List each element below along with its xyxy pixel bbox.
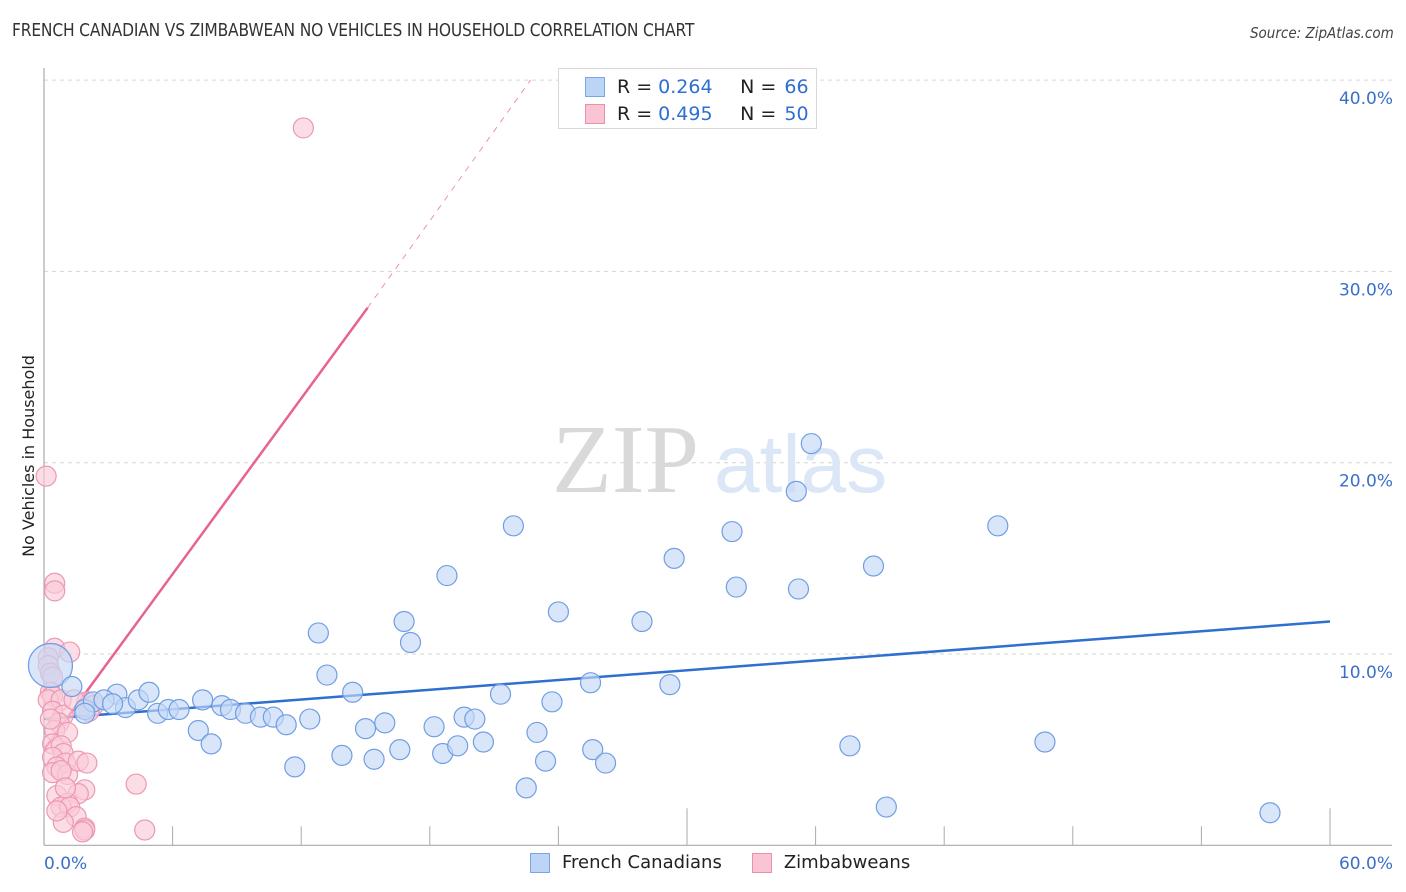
n-label: N =: [740, 76, 777, 98]
n-value: 66: [784, 76, 809, 98]
r-value: 0.495: [658, 103, 713, 125]
data-point[interactable]: [71, 821, 94, 843]
x-tick-label: 0.0%: [44, 854, 87, 874]
data-point[interactable]: [987, 515, 1009, 537]
data-point[interactable]: [316, 664, 338, 686]
legend-row-french-canadians: R = 0.264 N = 66: [585, 75, 809, 99]
data-point[interactable]: [342, 681, 364, 703]
data-point[interactable]: [101, 693, 124, 715]
data-point[interactable]: [515, 777, 537, 799]
data-point[interactable]: [275, 714, 297, 736]
data-point[interactable]: [393, 610, 415, 633]
data-point[interactable]: [787, 578, 810, 600]
scatter-chart: ZIP atlas No Vehicles in Household 10.0%…: [19, 68, 1393, 874]
stats-legend: R = 0.264 N = 66 R = 0.495 N = 50: [558, 68, 817, 129]
data-point[interactable]: [489, 683, 512, 705]
data-point[interactable]: [502, 515, 524, 537]
n-label: N =: [740, 103, 777, 125]
legend-label: French Canadians: [562, 852, 722, 873]
data-point[interactable]: [331, 744, 353, 766]
data-point[interactable]: [307, 622, 329, 644]
y-tick-labels: 10.0% 20.0% 30.0% 40.0%: [1339, 89, 1393, 683]
data-point[interactable]: [631, 610, 653, 633]
data-point[interactable]: [875, 796, 897, 818]
legend-swatch-pink: [585, 104, 605, 124]
data-point[interactable]: [134, 819, 156, 841]
n-value: 50: [784, 103, 809, 125]
data-point[interactable]: [46, 800, 68, 822]
data-point[interactable]: [579, 672, 602, 694]
data-point[interactable]: [1034, 731, 1056, 753]
series-zimbabweans: [35, 117, 314, 843]
y-axis-label: No Vehicles in Household: [19, 355, 38, 557]
data-point[interactable]: [436, 564, 458, 587]
data-point[interactable]: [800, 432, 822, 455]
data-point[interactable]: [374, 712, 396, 734]
data-point[interactable]: [526, 721, 548, 744]
data-point[interactable]: [389, 739, 411, 761]
data-point[interactable]: [399, 631, 422, 654]
data-point[interactable]: [464, 708, 486, 730]
watermark-zip: ZIP: [552, 406, 699, 514]
y-tick-label: 30.0%: [1339, 280, 1393, 300]
data-point[interactable]: [39, 708, 62, 730]
data-point[interactable]: [447, 735, 469, 757]
data-point[interactable]: [1259, 802, 1281, 824]
y-tick-label: 20.0%: [1339, 472, 1393, 492]
data-point[interactable]: [354, 718, 377, 740]
r-value: 0.264: [658, 76, 713, 98]
data-point[interactable]: [284, 756, 306, 778]
data-point[interactable]: [594, 752, 617, 774]
data-point[interactable]: [44, 580, 66, 602]
data-point[interactable]: [76, 752, 98, 774]
data-point[interactable]: [659, 674, 681, 696]
data-point[interactable]: [363, 748, 385, 770]
data-point[interactable]: [200, 733, 222, 755]
data-point[interactable]: [839, 735, 861, 757]
zipatlas-watermark: ZIP atlas: [552, 406, 887, 514]
series-legend: French Canadians Zimbabweans: [530, 852, 940, 873]
legend-swatch-blue: [530, 852, 550, 873]
data-point[interactable]: [472, 731, 494, 753]
data-point[interactable]: [721, 520, 743, 543]
r-label: R =: [617, 76, 653, 98]
data-point[interactable]: [61, 675, 83, 698]
gridlines: [44, 79, 1392, 655]
data-point[interactable]: [138, 681, 160, 703]
y-tick-label: 10.0%: [1339, 663, 1393, 683]
data-point[interactable]: [862, 555, 885, 577]
data-point[interactable]: [125, 773, 147, 795]
data-point[interactable]: [54, 777, 77, 799]
data-point[interactable]: [299, 708, 321, 730]
legend-swatch-blue: [585, 77, 605, 97]
data-point[interactable]: [35, 465, 57, 487]
legend-item-zimbabweans[interactable]: Zimbabweans: [751, 852, 911, 873]
data-point[interactable]: [168, 698, 190, 721]
data-point[interactable]: [74, 702, 96, 724]
data-point[interactable]: [292, 117, 314, 139]
data-point[interactable]: [663, 547, 685, 569]
data-point[interactable]: [785, 480, 807, 502]
legend-label: Zimbabweans: [783, 852, 911, 873]
legend-item-french-canadians[interactable]: French Canadians: [530, 852, 722, 873]
r-label: R =: [617, 103, 653, 125]
trend-line-extension: [367, 79, 531, 309]
data-point[interactable]: [547, 601, 570, 623]
data-point[interactable]: [725, 576, 747, 598]
data-point[interactable]: [541, 691, 563, 713]
data-point[interactable]: [423, 716, 445, 738]
legend-row-zimbabweans: R = 0.495 N = 50: [585, 102, 809, 126]
legend-swatch-pink: [751, 852, 772, 873]
y-tick-label: 40.0%: [1339, 89, 1393, 109]
data-point[interactable]: [534, 750, 557, 772]
data-point[interactable]: [192, 689, 214, 711]
trend-line-zimbabweans: [42, 307, 369, 751]
x-tick-label: 60.0%: [1339, 854, 1393, 874]
